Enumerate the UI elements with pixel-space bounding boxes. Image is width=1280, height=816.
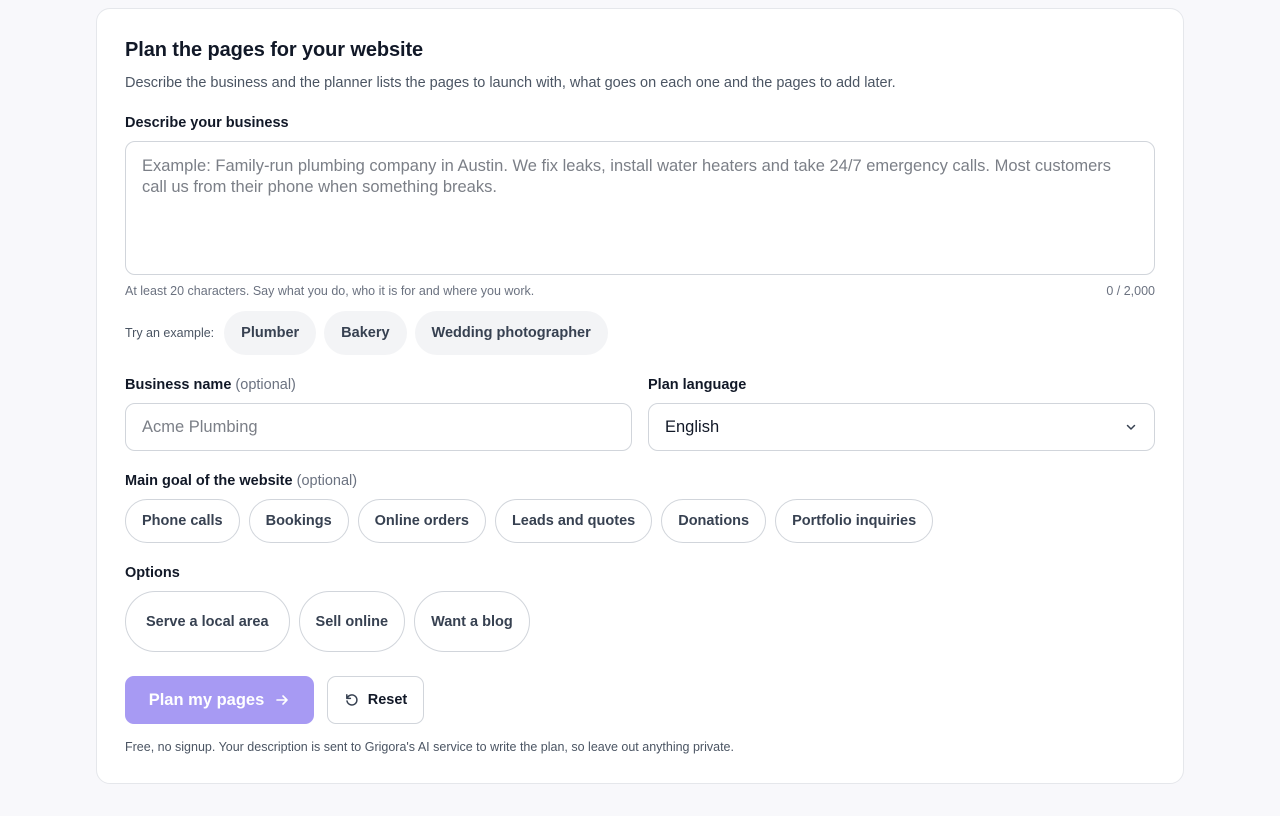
option-want-blog-toggle[interactable]: Want a blog xyxy=(414,591,530,652)
option-chips: Serve a local area Sell online Want a bl… xyxy=(125,591,530,652)
examples-label: Try an example: xyxy=(125,326,215,340)
reset-button[interactable]: Reset xyxy=(327,676,424,724)
goal-online-orders-chip[interactable]: Online orders xyxy=(357,499,486,543)
description-label: Describe your business xyxy=(125,115,289,131)
plan-language-label: Plan language xyxy=(648,377,747,393)
option-serve-local-area-toggle[interactable]: Serve a local area xyxy=(125,591,290,652)
chevron-down-icon xyxy=(1126,424,1136,430)
business-description-textarea[interactable] xyxy=(125,141,1155,275)
plan-language-select[interactable]: English xyxy=(648,403,1155,451)
main-goal-optional: (optional) xyxy=(296,473,358,489)
planner-card: Plan the pages for your website Describe… xyxy=(96,8,1184,784)
goal-phone-calls-chip[interactable]: Phone calls xyxy=(125,499,240,543)
arrow-right-icon xyxy=(276,695,289,705)
options-label: Options xyxy=(125,565,180,581)
goal-chips: Phone calls Bookings Online orders Leads… xyxy=(125,499,934,543)
business-name-optional: (optional) xyxy=(235,377,296,393)
goal-donations-chip[interactable]: Donations xyxy=(661,499,767,543)
plan-my-pages-button[interactable]: Plan my pages xyxy=(125,676,314,724)
example-wedding-photographer-button[interactable]: Wedding photographer xyxy=(414,311,608,355)
examples-row: Try an example: Plumber Bakery Wedding p… xyxy=(125,311,608,355)
description-hint: At least 20 characters. Say what you do,… xyxy=(125,284,535,298)
business-name-input[interactable] xyxy=(125,403,632,451)
main-goal-label: Main goal of the website (optional) xyxy=(125,473,357,489)
goal-portfolio-inquiries-chip[interactable]: Portfolio inquiries xyxy=(775,499,934,543)
example-plumber-button[interactable]: Plumber xyxy=(224,311,317,355)
privacy-footnote: Free, no signup. Your description is sen… xyxy=(125,740,734,754)
option-sell-online-toggle[interactable]: Sell online xyxy=(298,591,406,652)
character-counter: 0 / 2,000 xyxy=(1106,284,1155,298)
form-actions: Plan my pages Reset xyxy=(125,676,424,724)
main-goal-label-text: Main goal of the website xyxy=(125,473,293,489)
page-subtitle: Describe the business and the planner li… xyxy=(125,75,896,91)
plan-my-pages-label: Plan my pages xyxy=(148,690,265,709)
goal-leads-and-quotes-chip[interactable]: Leads and quotes xyxy=(494,499,653,543)
goal-bookings-chip[interactable]: Bookings xyxy=(248,499,349,543)
business-name-label-text: Business name xyxy=(125,377,232,393)
plan-language-value: English xyxy=(665,417,720,436)
reset-icon xyxy=(345,694,358,706)
page-title: Plan the pages for your website xyxy=(125,39,424,61)
business-name-label: Business name (optional) xyxy=(125,377,296,393)
example-bakery-button[interactable]: Bakery xyxy=(324,311,407,355)
reset-label: Reset xyxy=(367,692,408,708)
